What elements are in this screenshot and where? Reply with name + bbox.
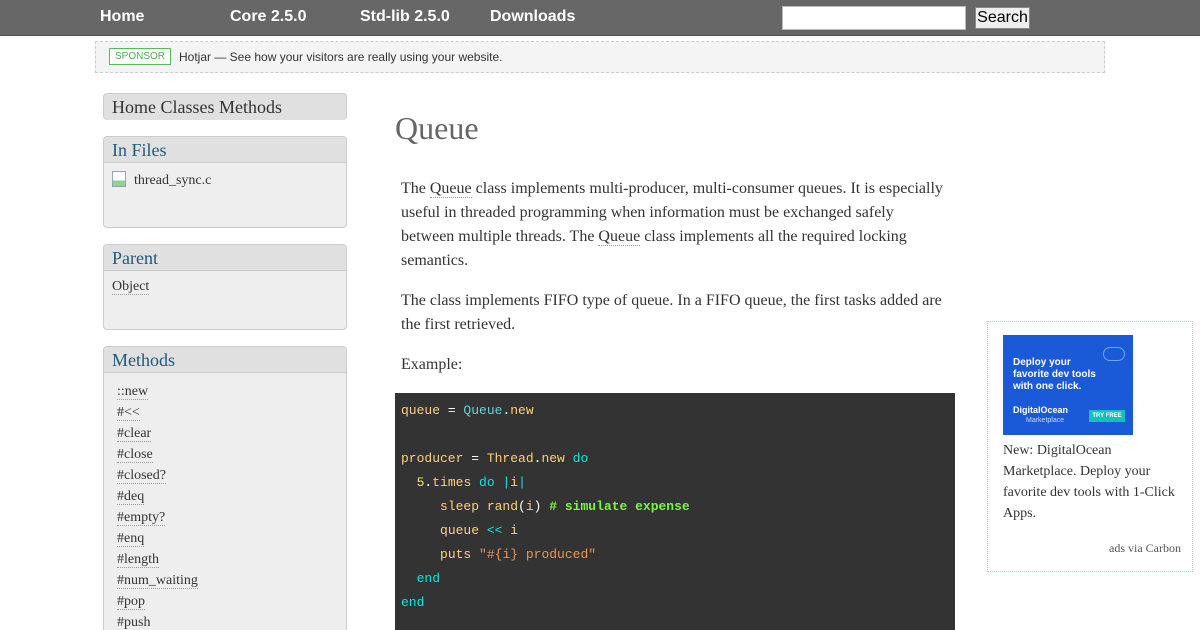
- ad-image-headline: Deploy your favorite dev tools with one …: [1013, 357, 1096, 392]
- top-navbar: Home Core 2.5.0 Std-lib 2.5.0 Downloads …: [0, 0, 1200, 36]
- code-line: end: [416, 571, 441, 586]
- code-line: queue = Queue.new: [401, 403, 534, 418]
- code-line: end: [401, 595, 425, 610]
- queue-class-link[interactable]: Queue: [429, 180, 472, 198]
- method-link[interactable]: #push: [117, 615, 151, 630]
- file-name: thread_sync.c: [134, 173, 212, 188]
- code-line: 5.times do |i|: [416, 475, 526, 490]
- breadcrumb[interactable]: Home Classes Methods: [104, 94, 346, 120]
- file-icon: [112, 171, 126, 187]
- parent-heading: Parent: [104, 245, 346, 271]
- nav-stdlib-link[interactable]: Std-lib 2.5.0: [360, 8, 450, 26]
- ad-image[interactable]: Deploy your favorite dev tools with one …: [1003, 335, 1133, 435]
- search-input[interactable]: [782, 6, 966, 30]
- method-link[interactable]: #num_waiting: [117, 573, 198, 589]
- in-files-heading: In Files: [104, 137, 346, 163]
- fifo-paragraph: The class implements FIFO type of queue.…: [401, 292, 942, 333]
- ads-via-carbon-link[interactable]: ads via Carbon: [1109, 541, 1181, 556]
- queue-class-link[interactable]: Queue: [598, 228, 641, 246]
- nav-downloads-link[interactable]: Downloads: [490, 8, 575, 26]
- method-link[interactable]: #close: [117, 447, 153, 463]
- sponsor-link[interactable]: Hotjar — See how your visitors are reall…: [179, 50, 502, 64]
- method-link[interactable]: ::new: [117, 384, 149, 400]
- ad-text-link[interactable]: New: DigitalOcean Marketplace. Deploy yo…: [1003, 440, 1183, 524]
- methods-heading: Methods: [104, 347, 346, 373]
- code-line: puts "#{i} produced": [440, 547, 597, 562]
- method-link[interactable]: #pop: [117, 594, 145, 610]
- page-title: Queue: [395, 110, 479, 146]
- in-files-panel: In Files thread_sync.c: [103, 136, 347, 228]
- method-link[interactable]: #deq: [117, 489, 145, 505]
- method-link[interactable]: #closed?: [117, 468, 166, 484]
- method-link[interactable]: #length: [117, 552, 159, 568]
- cloud-icon: [1103, 347, 1125, 361]
- description-paragraph: The Queue class implements multi-produce…: [401, 180, 943, 269]
- sponsor-bar[interactable]: SPONSOR Hotjar — See how your visitors a…: [95, 41, 1105, 73]
- sponsor-badge: SPONSOR: [109, 48, 172, 65]
- method-link[interactable]: #empty?: [117, 510, 166, 526]
- example-label: Example:: [401, 356, 463, 373]
- digitalocean-logo: DigitalOcean: [1013, 405, 1069, 415]
- breadcrumb-panel: Home Classes Methods: [103, 93, 347, 120]
- method-link[interactable]: #<<: [117, 405, 140, 421]
- nav-core-link[interactable]: Core 2.5.0: [230, 8, 306, 26]
- parent-class-link[interactable]: Object: [112, 279, 150, 295]
- try-free-button: TRY FREE: [1089, 410, 1125, 422]
- code-line: producer = Thread.new do: [401, 451, 589, 466]
- methods-list: ::new #<< #clear #close #closed? #deq #e…: [104, 373, 346, 630]
- method-link[interactable]: #clear: [117, 426, 152, 442]
- search-button[interactable]: Search: [975, 7, 1030, 29]
- ad-logo-sub: Marketplace: [1026, 417, 1065, 424]
- code-example: queue = Queue.new producer = Thread.new …: [395, 393, 955, 630]
- carbon-ad: Deploy your favorite dev tools with one …: [987, 321, 1193, 572]
- parent-panel: Parent Object: [103, 244, 347, 330]
- code-line: sleep rand(i) # simulate expense: [440, 499, 690, 514]
- nav-home-link[interactable]: Home: [100, 8, 144, 26]
- file-item[interactable]: thread_sync.c: [112, 171, 338, 189]
- code-line: queue << i: [440, 523, 519, 538]
- methods-panel: Methods ::new #<< #clear #close #closed?…: [103, 346, 347, 630]
- method-link[interactable]: #enq: [117, 531, 145, 547]
